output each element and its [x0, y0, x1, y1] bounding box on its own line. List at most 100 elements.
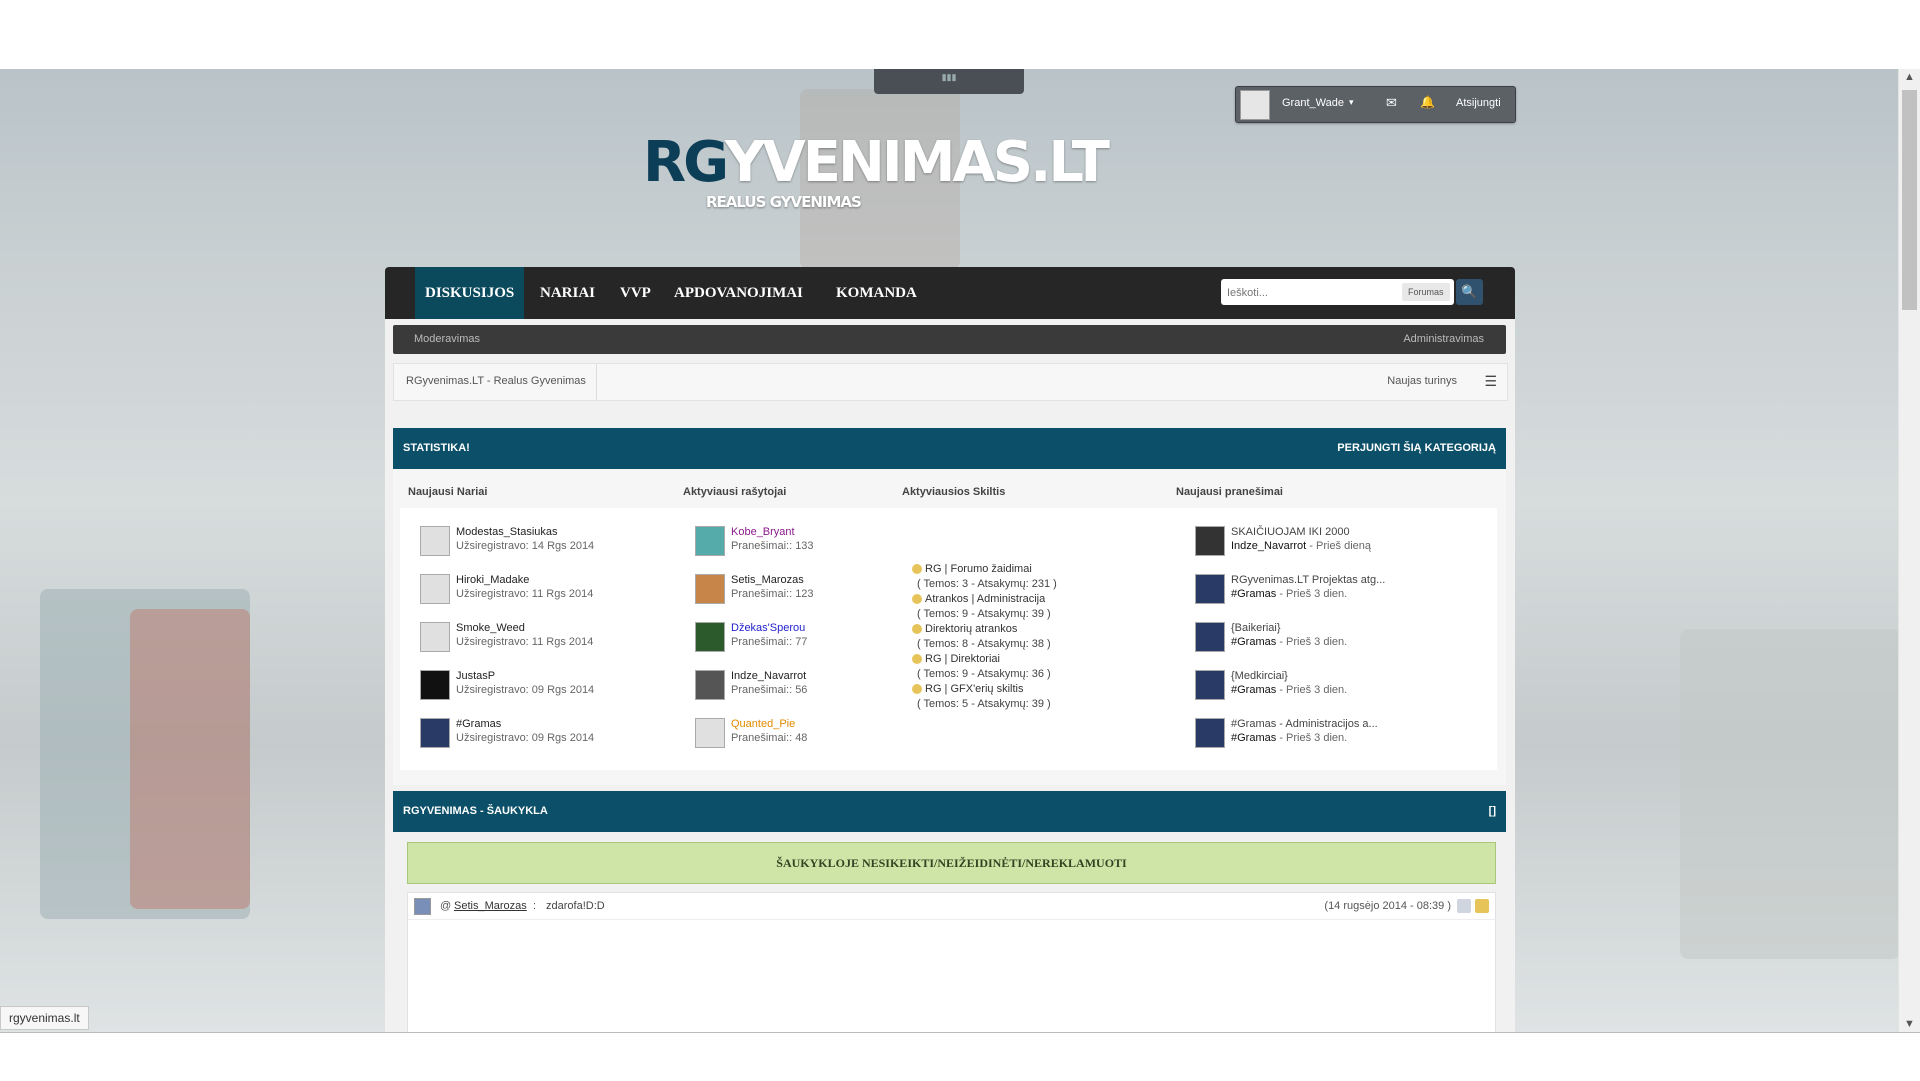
moderation-link[interactable]: Moderavimas — [414, 333, 480, 345]
section-item[interactable]: Atrankos | Administracija — [912, 593, 1045, 605]
search-input[interactable] — [1225, 282, 1389, 304]
edit-icon[interactable] — [1475, 899, 1489, 913]
post-time: - Prieš 3 dien. — [1279, 636, 1348, 648]
post-author[interactable]: #Gramas — [1231, 636, 1276, 648]
post-title[interactable]: #Gramas - Administracijos a... — [1231, 718, 1378, 730]
writer-avatar[interactable] — [695, 574, 725, 604]
post-meta: #Gramas - Prieš 3 dien. — [1231, 732, 1347, 744]
post-avatar[interactable] — [1195, 574, 1225, 604]
member-name[interactable]: Modestas_Stasiukas — [456, 526, 558, 538]
writer-name[interactable]: Quanted_Pie — [731, 718, 795, 730]
member-meta: Užsiregistravo: 09 Rgs 2014 — [456, 684, 595, 696]
folder-icon — [912, 624, 922, 635]
post-author[interactable]: #Gramas — [1231, 684, 1276, 696]
writer-name[interactable]: Setis_Marozas — [731, 574, 804, 586]
member-name[interactable]: Hiroki_Madake — [456, 574, 529, 586]
member-name[interactable]: #Gramas — [456, 718, 501, 730]
top-drag-handle[interactable]: ▮▮▮ — [874, 69, 1024, 94]
post-time: - Prieš dieną — [1309, 540, 1372, 552]
scroll-thumb[interactable] — [1902, 90, 1917, 310]
stats-body: Modestas_Stasiukas Užsiregistravo: 14 Rg… — [400, 508, 1497, 770]
username[interactable]: Grant_Wade — [1282, 97, 1344, 109]
post-author[interactable]: #Gramas — [1231, 732, 1276, 744]
post-author[interactable]: #Gramas — [1231, 588, 1276, 600]
quote-icon[interactable] — [1457, 899, 1471, 913]
breadcrumb-home[interactable]: RGyvenimas.LT - Realus Gyvenimas — [406, 375, 586, 387]
folder-icon — [912, 594, 922, 605]
member-avatar[interactable] — [420, 526, 450, 556]
writer-avatar[interactable] — [695, 718, 725, 748]
folder-icon — [912, 564, 922, 575]
search-button[interactable]: 🔍 — [1456, 279, 1483, 305]
member-avatar[interactable] — [420, 574, 450, 604]
writer-avatar[interactable] — [695, 622, 725, 652]
post-title[interactable]: {Medkirciai} — [1231, 670, 1288, 682]
search-icon: 🔍 — [1461, 284, 1478, 299]
member-name[interactable]: JustasP — [456, 670, 495, 682]
post-title[interactable]: {Baikeriai} — [1231, 622, 1281, 634]
member-avatar[interactable] — [420, 622, 450, 652]
shoutbox-rules-banner: ŠAUKYKLOJE NESIKEIKTI/NEIŽEIDINĖTI/NEREK… — [407, 842, 1496, 884]
admin-link[interactable]: Administravimas — [1403, 333, 1484, 345]
search-scope[interactable]: Forumas — [1402, 283, 1450, 301]
nav-diskusijos[interactable]: DISKUSIJOS — [415, 267, 525, 319]
background-art — [130, 609, 250, 909]
section-name: RG | Forumo žaidimai — [925, 563, 1032, 575]
logout-link[interactable]: Atsijungti — [1456, 97, 1501, 109]
section-item[interactable]: RG | GFX'erių skiltis — [912, 683, 1023, 695]
shout-avatar[interactable] — [414, 898, 431, 915]
col-active-writers: Aktyviausi rašytojai — [683, 486, 787, 498]
post-time: - Prieš 3 dien. — [1279, 684, 1348, 696]
writer-name[interactable]: Kobe_Bryant — [731, 526, 795, 538]
nav-komanda[interactable]: KOMANDA — [826, 267, 927, 319]
mail-icon[interactable]: ✉ — [1386, 95, 1397, 111]
section-item[interactable]: Direktorių atrankos — [912, 623, 1017, 635]
forum-content: Moderavimas Administravimas RGyvenimas.L… — [385, 319, 1515, 1034]
member-name[interactable]: Smoke_Weed — [456, 622, 525, 634]
col-active-sections: Aktyviausios Skiltis — [902, 486, 1006, 498]
nav-apdovanojimai[interactable]: APDOVANOJIMAI — [664, 267, 813, 319]
bell-icon[interactable]: 🔔 — [1420, 95, 1435, 109]
post-time: - Prieš 3 dien. — [1279, 588, 1348, 600]
section-item[interactable]: RG | Direktoriai — [912, 653, 1000, 665]
browser-top-area — [0, 0, 1920, 69]
post-avatar[interactable] — [1195, 526, 1225, 556]
nav-vvp[interactable]: VVP — [610, 267, 661, 319]
section-item[interactable]: RG | Forumo žaidimai — [912, 563, 1032, 575]
member-avatar[interactable] — [420, 670, 450, 700]
section-name: Atrankos | Administracija — [925, 593, 1046, 605]
user-bar: Grant_Wade ▾ ✉ 🔔 Atsijungti — [1235, 86, 1516, 123]
list-icon[interactable]: ☰ — [1484, 373, 1497, 390]
stats-title: STATISTIKA! — [403, 442, 470, 454]
post-author[interactable]: Indze_Navarrot — [1231, 540, 1306, 552]
member-avatar[interactable] — [420, 718, 450, 748]
shout-separator: : — [533, 900, 537, 912]
vertical-scrollbar[interactable]: ▲ ▼ — [1898, 69, 1920, 1032]
writer-avatar[interactable] — [695, 670, 725, 700]
post-title[interactable]: RGyvenimas.LT Projektas atg... — [1231, 574, 1385, 586]
post-avatar[interactable] — [1195, 718, 1225, 748]
stats-toggle[interactable]: PERJUNGTI ŠIĄ KATEGORIJĄ — [1337, 442, 1496, 454]
scroll-up-icon[interactable]: ▲ — [1899, 69, 1920, 85]
shout-user[interactable]: Setis_Marozas — [454, 900, 527, 912]
nav-nariai[interactable]: NARIAI — [530, 267, 605, 319]
avatar[interactable] — [1240, 90, 1270, 120]
writer-avatar[interactable] — [695, 526, 725, 556]
site-logo[interactable]: RGYVENIMAS.LT — [643, 130, 1110, 195]
post-avatar[interactable] — [1195, 622, 1225, 652]
member-meta: Užsiregistravo: 11 Rgs 2014 — [456, 636, 594, 648]
writer-name[interactable]: Indze_Navarrot — [731, 670, 806, 682]
post-avatar[interactable] — [1195, 670, 1225, 700]
sub-navbar: Moderavimas Administravimas — [393, 325, 1506, 354]
col-newest-members: Naujausi Nariai — [408, 486, 488, 498]
writer-name[interactable]: Džekas'Sperou — [731, 622, 805, 634]
new-content-link[interactable]: Naujas turinys — [1387, 375, 1457, 387]
shout-text: zdarofa!D:D — [546, 900, 605, 912]
post-title[interactable]: SKAIČIUOJAM IKI 2000 — [1231, 526, 1350, 538]
chevron-down-icon[interactable]: ▾ — [1349, 97, 1354, 108]
scroll-down-icon[interactable]: ▼ — [1899, 1016, 1920, 1032]
writer-meta: Pranešimai:: 77 — [731, 636, 808, 648]
writer-meta: Pranešimai:: 56 — [731, 684, 808, 696]
post-meta: #Gramas - Prieš 3 dien. — [1231, 684, 1347, 696]
logo-rest: YVENIMAS.LT — [724, 130, 1110, 195]
